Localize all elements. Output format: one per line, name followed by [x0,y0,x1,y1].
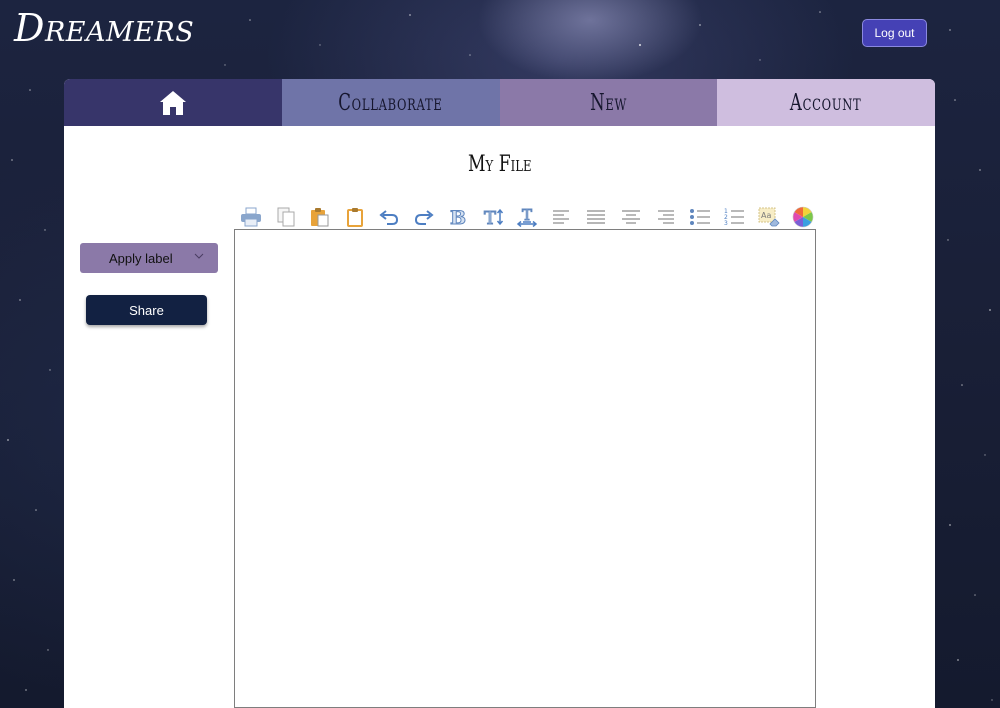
undo-icon [379,210,399,225]
numbered-list-icon: 123 [724,208,745,227]
tab-account-label: Account [790,89,862,116]
tab-new[interactable]: New [499,79,718,126]
share-button[interactable]: Share [86,295,207,325]
letter-spacing-icon: T [517,207,538,227]
paste-text-icon [346,208,363,227]
tab-new-label: New [589,89,627,116]
tab-collaborate[interactable]: Collaborate [281,79,500,126]
brand-logo: Dreamers [14,6,195,50]
paste-button[interactable] [303,203,338,231]
bold-icon: B [450,207,467,227]
letter-spacing-button[interactable]: T [510,203,545,231]
align-right-button[interactable] [648,203,683,231]
print-button[interactable] [234,203,269,231]
apply-label-text: Apply label [109,250,173,266]
svg-text:3: 3 [724,220,728,227]
color-picker-button[interactable] [786,203,821,231]
print-icon [241,207,262,227]
logout-button[interactable]: Log out [862,19,927,47]
bullet-list-button[interactable] [683,203,718,231]
copy-button[interactable] [269,203,304,231]
redo-button[interactable] [407,203,442,231]
apply-label-dropdown[interactable]: Apply label [80,243,218,273]
numbered-list-button[interactable]: 123 [717,203,752,231]
align-right-icon [658,210,675,224]
align-left-button[interactable] [545,203,580,231]
justify-icon [587,210,606,224]
main-card: Collaborate New Account My File Apply la… [64,79,935,708]
align-center-icon [621,210,640,224]
font-size-button[interactable]: T [476,203,511,231]
paste-icon [311,208,329,227]
justify-button[interactable] [579,203,614,231]
file-title: My File [64,152,935,177]
bold-button[interactable]: B [441,203,476,231]
tab-account[interactable]: Account [717,79,935,126]
align-center-button[interactable] [614,203,649,231]
chevron-down-icon [194,252,204,263]
clear-format-icon: Aa [758,207,780,227]
redo-icon [414,210,434,225]
text-editor[interactable] [234,229,816,708]
font-size-icon: T [483,208,503,227]
copy-icon [277,207,295,227]
home-icon [159,90,186,115]
tab-collaborate-label: Collaborate [338,89,443,116]
color-picker-icon [792,206,814,228]
svg-text:B: B [450,207,466,227]
svg-text:T: T [484,208,496,227]
clear-format-button[interactable]: Aa [752,203,787,231]
nav-tabs: Collaborate New Account [64,79,935,126]
editor-toolbar: B T T 1 2 3 Aa [234,203,821,231]
svg-text:Aa: Aa [761,211,771,220]
align-left-icon [552,210,569,224]
paste-text-button[interactable] [338,203,373,231]
tab-home[interactable] [64,79,282,126]
bullet-list-icon [689,209,710,225]
undo-button[interactable] [372,203,407,231]
file-title-text: My File [467,152,532,177]
